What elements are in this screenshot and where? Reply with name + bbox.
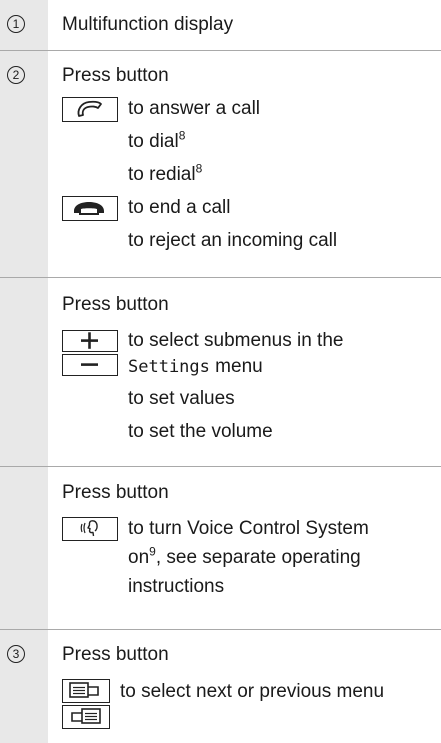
minus-icon (81, 363, 98, 366)
instructions-table: 1 Multifunction display 2 Press button t… (0, 0, 441, 743)
footnote-marker: 8 (178, 128, 186, 143)
item-number-badge: 3 (7, 645, 25, 663)
plus-button (62, 330, 118, 352)
table-row: 1 Multifunction display (0, 0, 441, 51)
number-column: 3 (0, 630, 48, 743)
item-text: to select submenus in the (128, 330, 344, 351)
table-row: 3 Press button to select next or previou… (0, 630, 441, 743)
row-title: Press button (62, 644, 169, 665)
settings-menu-name: Settings (128, 357, 210, 377)
number-column: 2 (0, 51, 48, 277)
footnote-marker: 8 (195, 161, 203, 176)
voice-control-button (62, 517, 118, 541)
menu-previous-icon (71, 708, 101, 724)
item-text: to end a call (128, 197, 231, 218)
item-text: to turn Voice Control System (128, 518, 369, 539)
item-text: to set the volume (128, 421, 273, 442)
phone-answer-button (62, 97, 118, 122)
voice-control-icon (80, 520, 98, 537)
item-text: to select next or previous menu (120, 681, 385, 702)
table-row: 2 Press button to answer a call to dial8… (0, 51, 441, 278)
row-title: Multifunction display (62, 14, 234, 35)
number-column: 1 (0, 0, 48, 50)
number-column (0, 467, 48, 629)
menu-next-button (62, 679, 110, 703)
row-title: Press button (62, 482, 169, 503)
row-title: Press button (62, 294, 169, 315)
phone-answer-icon (77, 100, 102, 117)
item-text: to dial8 (128, 128, 186, 152)
plus-icon (81, 332, 98, 349)
minus-button (62, 354, 118, 376)
phone-hangup-button (62, 196, 118, 221)
item-text: to redial8 (128, 161, 203, 185)
item-text: Settings menu (128, 356, 263, 377)
item-text: on9, see separate operating (128, 544, 361, 568)
item-text: to reject an incoming call (128, 230, 338, 251)
menu-previous-button (62, 705, 110, 729)
phone-hangup-icon (74, 202, 104, 215)
item-text: to set values (128, 388, 235, 409)
item-number-badge: 2 (7, 66, 25, 84)
item-text: to answer a call (128, 98, 261, 119)
menu-next-icon (69, 682, 99, 698)
footnote-marker: 9 (149, 544, 156, 559)
row-title: Press button (62, 65, 169, 86)
table-row: Press button to turn Voice Control Syste… (0, 467, 441, 630)
table-row: Press button to select submenus in the S… (0, 278, 441, 467)
number-column (0, 278, 48, 466)
item-number-badge: 1 (7, 15, 25, 33)
item-text: instructions (128, 576, 225, 597)
